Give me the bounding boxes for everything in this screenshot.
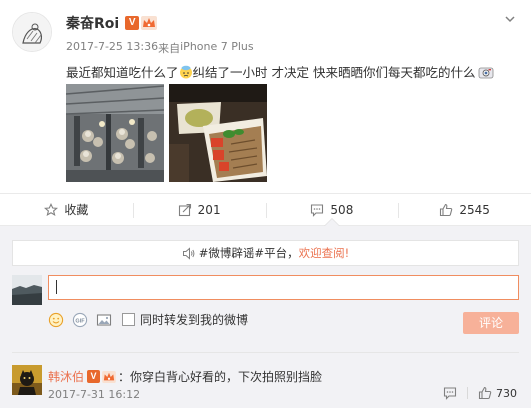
member-crown-icon[interactable] <box>102 370 116 383</box>
repost-button[interactable]: 201 <box>132 194 266 225</box>
gif-icon[interactable]: GIF <box>72 312 88 328</box>
comment-button[interactable]: 508 <box>265 194 399 226</box>
separator <box>467 387 468 399</box>
comment-tools: GIF 同时转发到我的微博 <box>48 311 248 328</box>
camera-icon <box>479 67 494 78</box>
weibo-post: 秦奋Roi V 2017-7-25 13:36 来自 iPhone 7 Plus… <box>0 0 531 193</box>
comment-section: #微博辟谣#平台， 欢迎查阅! GIF 同时转发到我的微博 评论 韩沐伯 V ：… <box>0 226 531 408</box>
like-count: 2545 <box>459 202 490 217</box>
comment-input[interactable] <box>48 275 519 300</box>
repost-count: 201 <box>197 202 221 217</box>
favorite-button[interactable]: 收藏 <box>0 194 133 225</box>
comment-body: 韩沐伯 V ：你穿白背心好看的，下次拍照别挡脸 <box>48 368 322 385</box>
favorite-label: 收藏 <box>64 203 89 217</box>
forward-label[interactable]: 同时转发到我的微博 <box>140 311 248 328</box>
comment-count: 508 <box>330 202 354 217</box>
rumor-notice-banner: #微博辟谣#平台， 欢迎查阅! <box>12 240 519 266</box>
active-pointer <box>324 219 339 226</box>
vip-badge[interactable]: V <box>125 16 140 30</box>
submit-comment-button[interactable]: 评论 <box>463 312 519 334</box>
comment-text: ：你穿白背心好看的，下次拍照别挡脸 <box>118 370 323 384</box>
thumbs-up-icon <box>440 203 453 216</box>
speaker-icon <box>182 246 195 260</box>
comment-time[interactable]: 2017-7-31 16:12 <box>48 388 140 401</box>
reply-icon[interactable] <box>443 386 457 400</box>
picture-icon[interactable] <box>96 312 112 328</box>
comment-avatar[interactable] <box>12 365 42 395</box>
username-row: 秦奋Roi V <box>66 13 158 33</box>
smiley-icon[interactable] <box>48 312 64 328</box>
like-button[interactable]: 2545 <box>398 194 531 225</box>
notice-hashtag[interactable]: #微博辟谣#平台， <box>199 245 299 261</box>
member-crown-icon[interactable] <box>141 16 158 30</box>
comment-vip-badge[interactable]: V <box>87 370 101 383</box>
source-prefix: 来自 <box>158 42 181 55</box>
thumbs-up-icon[interactable] <box>478 386 492 400</box>
star-outline-icon <box>44 202 59 216</box>
source-device[interactable]: iPhone 7 Plus <box>180 40 254 56</box>
comment-like-count: 730 <box>496 386 517 400</box>
share-arrow-icon <box>178 203 191 216</box>
user-avatar[interactable] <box>12 12 52 52</box>
forward-checkbox[interactable] <box>122 313 135 326</box>
struggle-emoji-icon <box>179 65 192 78</box>
post-photo-restaurant[interactable] <box>66 84 164 182</box>
my-avatar[interactable] <box>12 275 42 305</box>
post-username[interactable]: 秦奋Roi <box>66 13 119 33</box>
chevron-down-icon[interactable] <box>503 12 517 26</box>
comment-actions: 730 <box>443 386 517 400</box>
svg-text:GIF: GIF <box>75 318 85 324</box>
divider <box>12 352 519 353</box>
post-timestamp[interactable]: 2017-7-25 13:36 <box>66 40 158 56</box>
comment-username[interactable]: 韩沐伯 <box>48 368 84 385</box>
post-meta: 2017-7-25 13:36 来自 iPhone 7 Plus <box>66 40 254 56</box>
post-text-part1: 最近都知道吃什么了 <box>66 65 179 80</box>
post-action-bar: 收藏 201 508 2545 <box>0 193 531 226</box>
post-photo-food[interactable] <box>169 84 267 182</box>
speech-bubble-icon <box>311 203 324 217</box>
post-text-part2: 纠结了一小时 才决定 快来晒晒你们每天都吃的什么 <box>192 65 476 80</box>
text-cursor <box>56 280 57 294</box>
post-text: 最近都知道吃什么了 纠结了一小时 才决定 快来晒晒你们每天都吃的什么 <box>66 62 494 81</box>
notice-link[interactable]: 欢迎查阅! <box>299 245 350 261</box>
